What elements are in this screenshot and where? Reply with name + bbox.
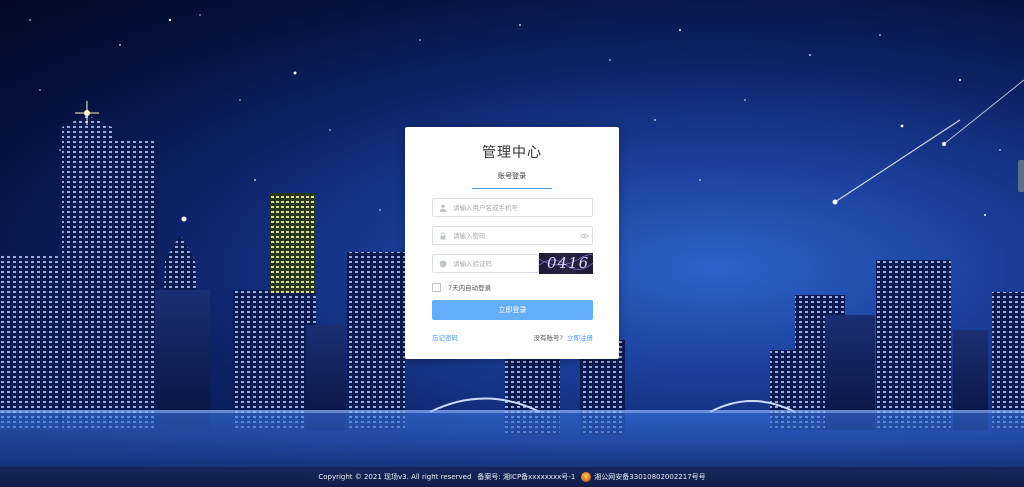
- captcha-field[interactable]: [432, 254, 539, 273]
- forgot-password-link[interactable]: 忘记密码: [432, 332, 458, 342]
- copyright-text: Copyright © 2021 现场v3. All right reserve…: [318, 473, 472, 481]
- username-field[interactable]: [432, 198, 593, 217]
- lock-icon: [433, 227, 453, 244]
- page-footer: Copyright © 2021 现场v3. All right reserve…: [0, 467, 1024, 487]
- captcha-text: 0416: [547, 254, 590, 272]
- tab-account-login[interactable]: 账号登录: [472, 171, 552, 189]
- icp-record-link[interactable]: 备案号: 湘ICP备xxxxxxxx号-1: [477, 472, 575, 482]
- user-icon: [433, 199, 453, 216]
- police-badge-icon: [581, 472, 592, 482]
- register-link[interactable]: 立即注册: [567, 334, 593, 342]
- no-account-text: 没有账号?: [533, 334, 563, 342]
- shield-icon: [433, 255, 453, 272]
- password-input[interactable]: [453, 228, 576, 243]
- username-input[interactable]: [453, 200, 592, 215]
- login-card: 管理中心 账号登录 0416 7天内自动登录 立即登录 忘记密码: [405, 127, 619, 359]
- captcha-image[interactable]: 0416: [539, 253, 593, 274]
- remember-me-label: 7天内自动登录: [448, 284, 492, 292]
- police-record-text: 湘公网安备33010802002217号号: [594, 473, 706, 481]
- checkbox-box[interactable]: [432, 282, 441, 292]
- side-drawer-handle[interactable]: [1018, 160, 1024, 192]
- login-title: 管理中心: [482, 145, 542, 161]
- remember-me-checkbox[interactable]: 7天内自动登录: [432, 282, 491, 292]
- eye-icon[interactable]: [576, 233, 592, 239]
- register-prompt: 没有账号? 立即注册: [534, 332, 593, 342]
- password-field[interactable]: [432, 226, 593, 245]
- police-record[interactable]: 湘公网安备33010802002217号号: [581, 472, 706, 482]
- login-button[interactable]: 立即登录: [432, 300, 593, 320]
- captcha-input[interactable]: [453, 256, 538, 271]
